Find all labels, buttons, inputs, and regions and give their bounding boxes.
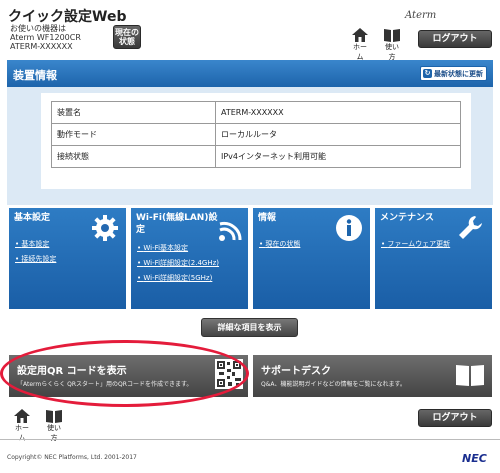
header: クイック設定Web お使いの機器は Aterm WF1200CR ATERM-X… bbox=[0, 0, 500, 61]
tile-basic-settings: 基本設定 基本設定 接続先設定 bbox=[9, 208, 126, 309]
home-button[interactable]: ホーム bbox=[350, 28, 370, 62]
table-row: 装置名 ATERM-XXXXXX bbox=[51, 101, 461, 124]
home-label: ホーム bbox=[353, 43, 367, 61]
usage-label: 使い方 bbox=[385, 43, 399, 61]
refresh-label: 最新状態に更新 bbox=[434, 69, 483, 78]
tile-links: 現在の状態 bbox=[259, 239, 300, 254]
tile-title: 基本設定 bbox=[14, 213, 51, 223]
table-row: 接続状態 IPv4インターネット利用可能 bbox=[51, 145, 461, 168]
device-label: お使いの機器は bbox=[10, 24, 66, 33]
book-icon bbox=[46, 410, 62, 423]
row-value: ローカルルータ bbox=[215, 123, 461, 146]
tile-wifi-settings: Wi-Fi(無線LAN)設 定 Wi-Fi基本設定 Wi-Fi詳細設定(2.4G… bbox=[131, 208, 248, 309]
link-firmware-update[interactable]: ファームウェア更新 bbox=[381, 239, 450, 249]
tile-title: メンテナンス bbox=[380, 213, 434, 223]
link-wifi-detail-24[interactable]: Wi-Fi詳細設定(2.4GHz) bbox=[137, 258, 219, 268]
support-card-title: サポートデスク bbox=[261, 366, 331, 377]
logout-button[interactable]: ログアウト bbox=[418, 30, 492, 48]
footer-home-button[interactable]: ホーム bbox=[12, 409, 32, 443]
row-value: IPv4インターネット利用可能 bbox=[215, 145, 461, 168]
info-table: 装置名 ATERM-XXXXXX 動作モード ローカルルータ 接続状態 IPv4… bbox=[51, 101, 461, 168]
tile-information: 情報 現在の状態 bbox=[253, 208, 370, 309]
device-info-panel: 装置情報 ↻ 最新状態に更新 装置名 ATERM-XXXXXX 動作モード ロー… bbox=[7, 60, 493, 205]
home-icon bbox=[352, 28, 368, 42]
tile-title: 情報 bbox=[258, 213, 277, 223]
link-basic-settings[interactable]: 基本設定 bbox=[15, 239, 56, 249]
tile-maintenance: メンテナンス ファームウェア更新 bbox=[375, 208, 492, 309]
row-key: 接続状態 bbox=[51, 145, 216, 168]
refresh-icon: ↻ bbox=[423, 69, 432, 78]
footer-divider bbox=[0, 439, 500, 440]
copyright: Copyright© NEC Platforms, Ltd. 2001-2017 bbox=[7, 454, 137, 461]
tile-links: Wi-Fi基本設定 Wi-Fi詳細設定(2.4GHz) Wi-Fi詳細設定(5G… bbox=[137, 243, 219, 288]
row-value: ATERM-XXXXXX bbox=[215, 101, 461, 124]
info-icon bbox=[336, 215, 362, 241]
nec-logo: NEC bbox=[462, 452, 487, 465]
wrench-icon bbox=[459, 216, 482, 239]
gear-icon bbox=[92, 215, 118, 241]
show-detail-button[interactable]: 詳細な項目を表示 bbox=[201, 318, 298, 337]
refresh-button[interactable]: ↻ 最新状態に更新 bbox=[420, 66, 487, 81]
table-row: 動作モード ローカルルータ bbox=[51, 123, 461, 146]
device-ssid: ATERM-XXXXXX bbox=[10, 42, 73, 51]
app-title: クイック設定Web bbox=[8, 9, 127, 25]
link-connection-settings[interactable]: 接続先設定 bbox=[15, 254, 56, 264]
row-key: 装置名 bbox=[51, 101, 216, 124]
wifi-icon bbox=[219, 222, 242, 241]
book-icon bbox=[456, 365, 484, 386]
support-desk-card[interactable]: サポートデスク Q&A、機能説明ガイドなどの情報をご覧になれます。 bbox=[253, 355, 492, 397]
tile-links: 基本設定 接続先設定 bbox=[15, 239, 56, 269]
tile-links: ファームウェア更新 bbox=[381, 239, 450, 254]
device-model: Aterm WF1200CR bbox=[10, 33, 81, 42]
info-table-wrap: 装置名 ATERM-XXXXXX 動作モード ローカルルータ 接続状態 IPv4… bbox=[41, 93, 471, 189]
link-wifi-basic[interactable]: Wi-Fi基本設定 bbox=[137, 243, 219, 253]
link-wifi-detail-5[interactable]: Wi-Fi詳細設定(5GHz) bbox=[137, 273, 219, 283]
panel-header: 装置情報 ↻ 最新状態に更新 bbox=[7, 60, 493, 87]
footer-usage-button[interactable]: 使い方 bbox=[44, 409, 64, 443]
current-status-button[interactable]: 現在の 状態 bbox=[113, 25, 141, 49]
row-key: 動作モード bbox=[51, 123, 216, 146]
usage-button[interactable]: 使い方 bbox=[382, 28, 402, 62]
footer-logout-button[interactable]: ログアウト bbox=[418, 409, 492, 427]
tile-title: Wi-Fi(無線LAN)設 定 bbox=[136, 213, 218, 235]
link-current-status[interactable]: 現在の状態 bbox=[259, 239, 300, 249]
highlight-oval bbox=[0, 340, 249, 407]
aterm-logo: Aterm bbox=[405, 10, 437, 21]
support-card-subtitle: Q&A、機能説明ガイドなどの情報をご覧になれます。 bbox=[261, 381, 406, 388]
book-icon bbox=[384, 29, 400, 42]
home-icon bbox=[14, 409, 30, 423]
panel-title: 装置情報 bbox=[13, 69, 57, 82]
